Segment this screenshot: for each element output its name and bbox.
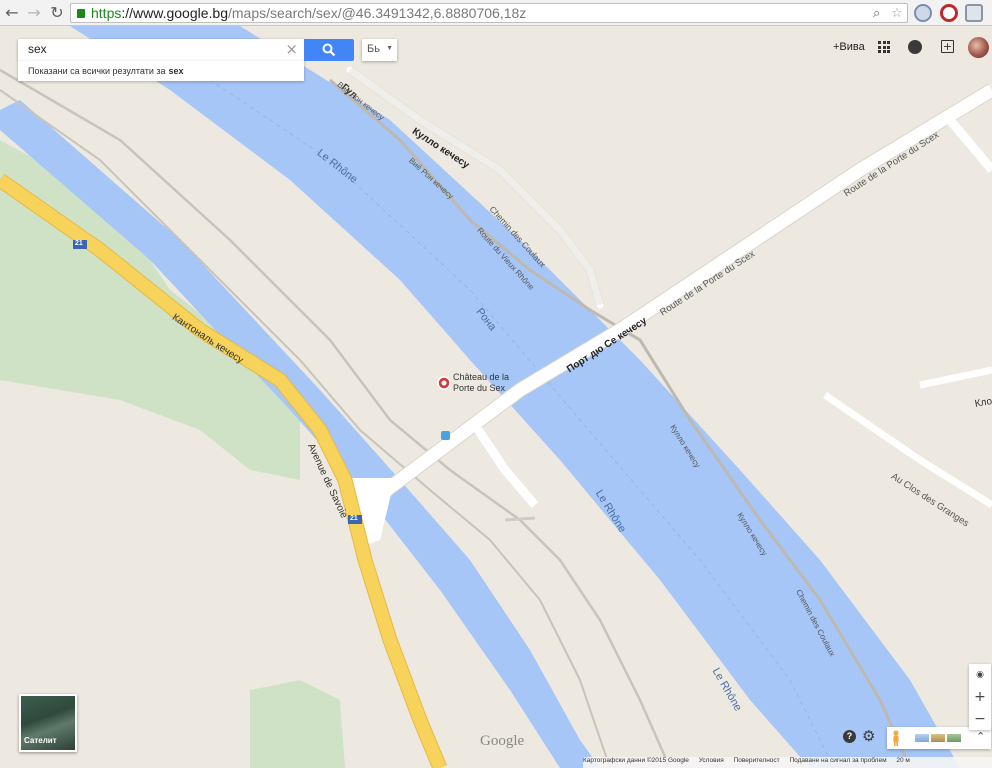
transit-stop-icon <box>441 431 450 440</box>
my-location-icon[interactable]: ◉ <box>969 664 991 686</box>
results-panel[interactable]: Показани са всички резултати за sex <box>18 61 304 81</box>
search-box[interactable]: sex × <box>18 39 304 61</box>
map-tiles <box>0 26 992 768</box>
route-21-number: 21 <box>350 515 358 522</box>
apps-grid-icon[interactable] <box>878 41 890 53</box>
pegman-icon[interactable] <box>892 730 900 746</box>
scale-label: 20 м <box>896 757 910 764</box>
map-attribution: Картографски данни ©2015 Google <box>583 757 689 764</box>
satellite-toggle[interactable]: Сателит <box>19 694 77 752</box>
bookmark-star-icon[interactable]: ☆ <box>891 5 903 22</box>
chevron-down-icon: ▼ <box>386 45 393 52</box>
google-plus-link[interactable]: +Вива <box>833 41 865 53</box>
back-icon[interactable]: ← <box>2 3 22 23</box>
zoom-out-button[interactable]: − <box>969 708 991 730</box>
report-problem-link[interactable]: Подаване на сигнал за проблем <box>789 757 886 764</box>
poi-label[interactable]: Château de la Porte du Sex <box>453 372 509 394</box>
zoom-magnifier-icon[interactable]: ⌕ <box>873 5 880 22</box>
satellite-label: Сателит <box>24 736 57 745</box>
shield-extension-icon[interactable] <box>965 4 983 22</box>
poi-name-line1: Château de la <box>453 372 510 382</box>
zoom-in-button[interactable]: + <box>969 686 991 708</box>
expand-icon[interactable]: ⌃ <box>976 730 985 743</box>
lock-icon <box>77 9 85 18</box>
layer-thumb[interactable] <box>947 734 961 742</box>
terms-link[interactable]: Условия <box>699 757 724 764</box>
help-icon[interactable]: ? <box>843 730 856 743</box>
zoom-control: ◉ + − <box>969 664 991 730</box>
url-path: /maps/search/sex/@46.3491342,6.8880706,1… <box>227 5 527 21</box>
translate-extension-icon[interactable] <box>914 4 932 22</box>
search-icon <box>322 43 336 57</box>
poi-name-line2: Porte du Sex <box>453 383 506 393</box>
gear-icon[interactable]: ⚙ <box>862 727 875 745</box>
url-scheme: https <box>91 5 122 21</box>
share-icon[interactable]: + <box>941 40 954 53</box>
privacy-link[interactable]: Поверителност <box>734 757 780 764</box>
search-input[interactable]: sex <box>28 42 47 56</box>
clear-search-icon[interactable]: × <box>285 40 298 58</box>
results-prefix: Показани са всички резултати за <box>28 66 166 76</box>
browser-toolbar: ← → ↻ https://www.google.bg/maps/search/… <box>0 0 992 26</box>
language-dropdown[interactable]: Бь ▼ <box>362 39 397 61</box>
results-query: sex <box>168 66 184 76</box>
route-21-number: 21 <box>75 240 83 247</box>
adblock-extension-icon[interactable] <box>940 4 958 22</box>
layers-bar[interactable]: ⌃ <box>887 727 991 749</box>
layer-thumb[interactable] <box>915 734 929 742</box>
search-button[interactable] <box>304 39 354 61</box>
layer-thumb[interactable] <box>931 734 945 742</box>
language-label: Бь <box>367 43 380 55</box>
forward-icon[interactable]: → <box>24 3 44 23</box>
map-canvas[interactable]: 21 21 Кантональ кечесу Avenue de Savoie … <box>0 26 992 768</box>
map-footer: Картографски данни ©2015 Google Условия … <box>583 757 992 768</box>
notifications-icon[interactable] <box>908 40 922 54</box>
address-bar[interactable]: https://www.google.bg/maps/search/sex/@4… <box>70 3 908 23</box>
avatar[interactable] <box>968 37 989 58</box>
url-host: ://www.google.bg <box>121 5 228 21</box>
google-logo: Google <box>480 733 525 749</box>
reload-icon[interactable]: ↻ <box>47 3 67 23</box>
